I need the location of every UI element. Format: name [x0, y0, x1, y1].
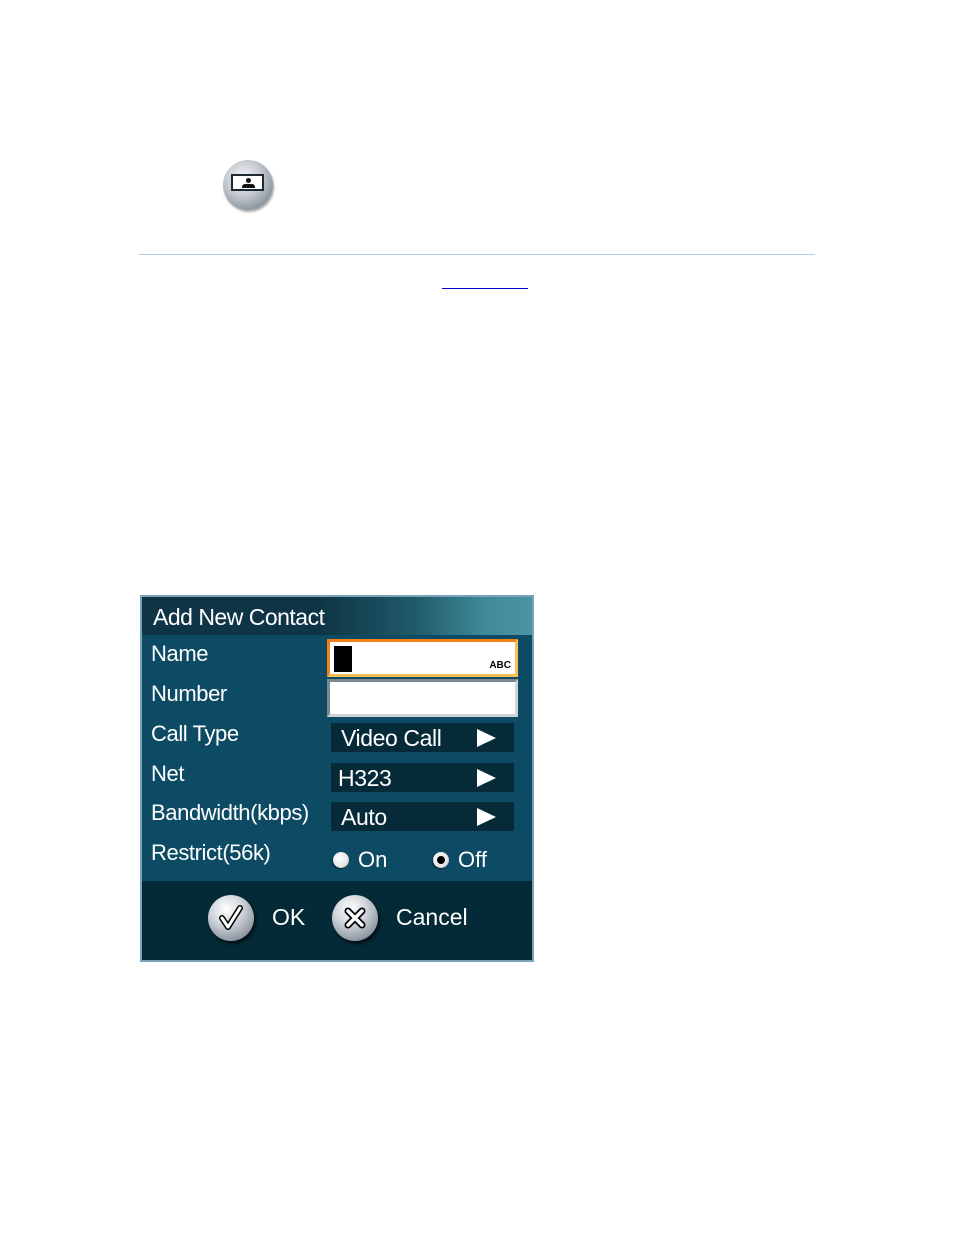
input-mode-indicator: ABC — [489, 660, 511, 671]
net-label: Net — [151, 761, 185, 786]
bandwidth-label: Bandwidth(kbps) — [151, 800, 309, 825]
contact-card-icon — [223, 160, 273, 210]
dialog-header: Add New Contact — [142, 597, 532, 635]
call-type-value: Video Call — [341, 725, 442, 751]
person-head — [246, 178, 251, 183]
net-selector[interactable]: H323 — [331, 763, 514, 792]
card-icon-frame — [231, 174, 264, 191]
checkmark-icon — [208, 895, 254, 941]
radio-unselected-icon — [333, 852, 349, 868]
name-input[interactable]: ABC — [327, 639, 518, 677]
arrow-right-icon — [477, 729, 496, 747]
number-input[interactable] — [327, 679, 518, 717]
cancel-label: Cancel — [396, 904, 468, 930]
text-cursor — [334, 646, 352, 672]
arrow-right-icon — [477, 808, 496, 826]
number-label: Number — [151, 681, 227, 706]
hyperlink[interactable] — [442, 288, 528, 289]
person-shoulders — [242, 184, 255, 188]
restrict-label: Restrict(56k) — [151, 840, 271, 865]
call-type-selector[interactable]: Video Call — [331, 723, 514, 752]
arrow-right-icon — [477, 769, 496, 787]
close-x-icon — [332, 895, 378, 941]
dialog-footer: OK Cancel — [142, 881, 532, 960]
section-divider — [139, 254, 815, 255]
bandwidth-value: Auto — [341, 804, 387, 830]
dialog-title: Add New Contact — [153, 604, 325, 630]
name-label: Name — [151, 641, 209, 666]
net-value: H323 — [338, 765, 392, 791]
restrict-off-label: Off — [458, 847, 487, 872]
radio-selected-icon — [433, 852, 449, 868]
restrict-on-label: On — [358, 847, 388, 872]
call-type-label: Call Type — [151, 721, 239, 746]
bandwidth-selector[interactable]: Auto — [331, 802, 514, 831]
ok-label: OK — [272, 904, 306, 930]
add-contact-dialog: Add New Contact Name ABC Number Call Typ… — [140, 595, 534, 962]
